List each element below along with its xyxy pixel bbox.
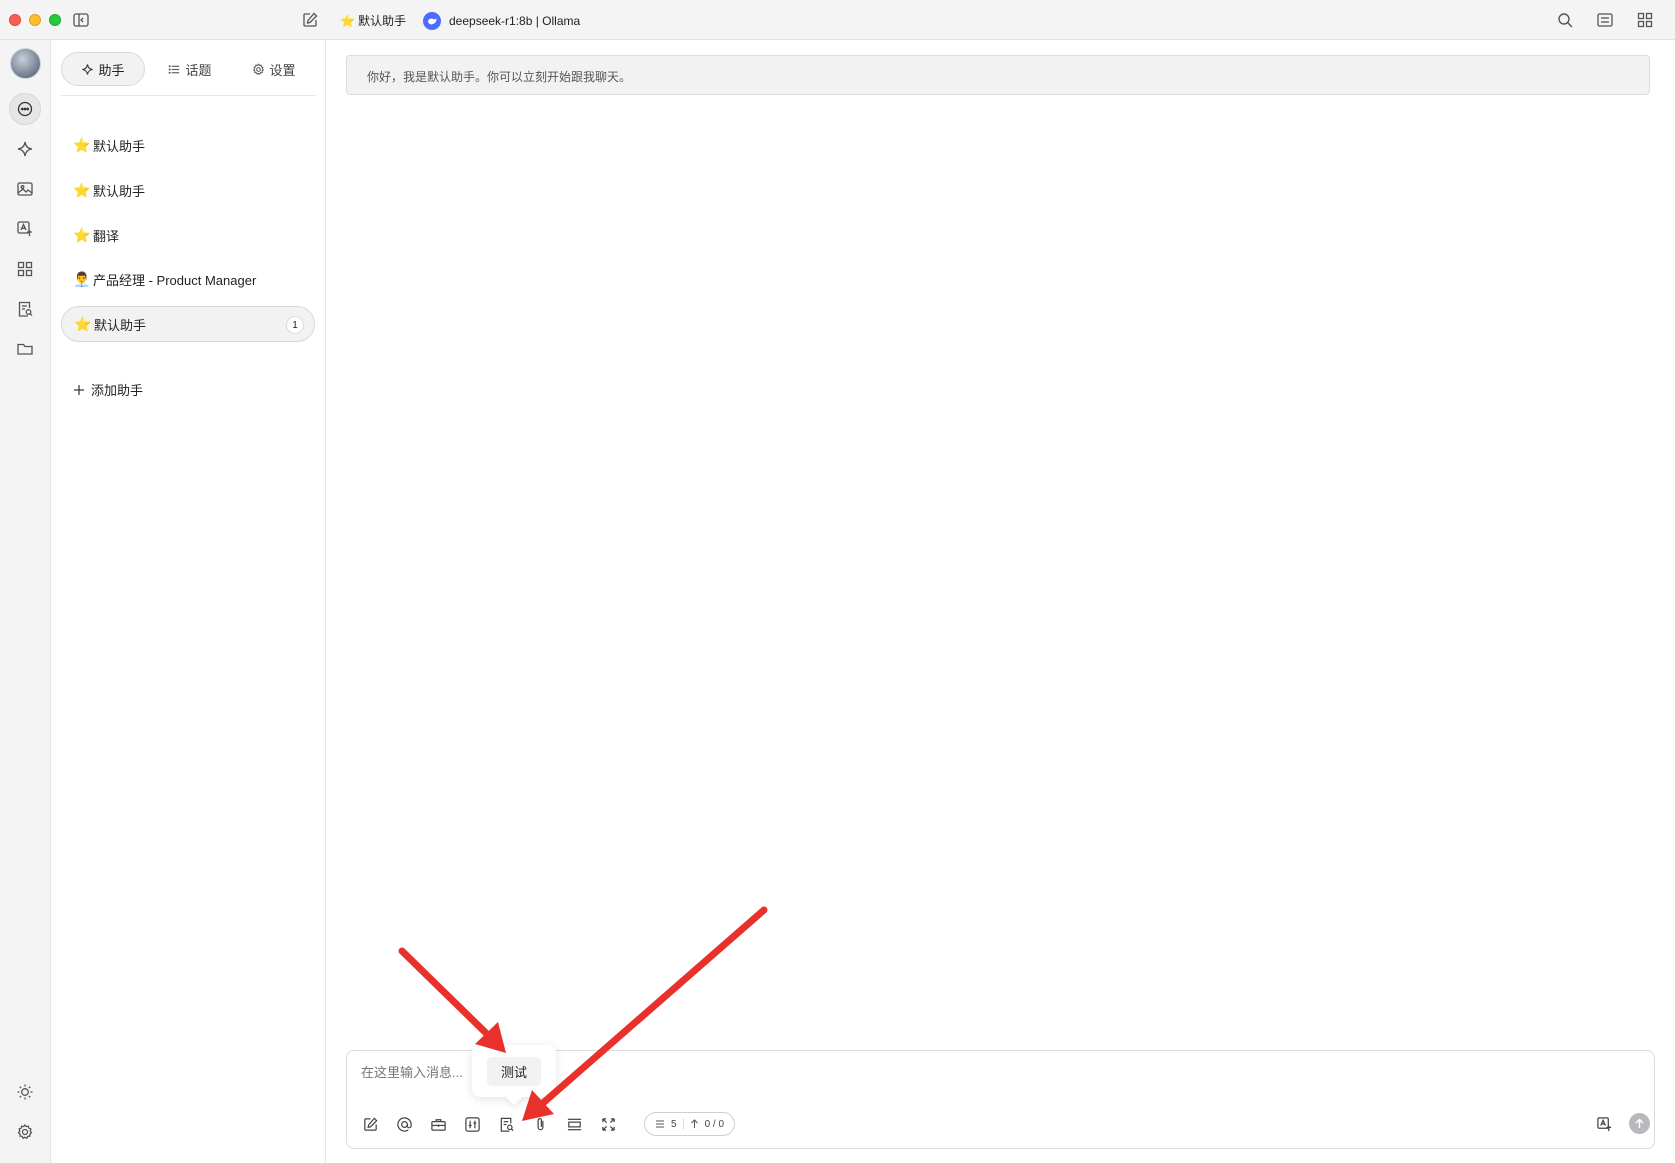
knowledge-base-icon[interactable] xyxy=(9,293,41,325)
apps-grid-icon[interactable] xyxy=(1636,11,1654,29)
send-arrow-icon xyxy=(1635,1118,1644,1128)
add-assistant-button[interactable]: 添加助手 xyxy=(73,380,143,399)
image-icon[interactable] xyxy=(9,173,41,205)
model-name: deepseek-r1:8b | Ollama xyxy=(449,14,581,28)
tab-settings-label: 设置 xyxy=(269,62,296,78)
new-topic-icon[interactable] xyxy=(359,1113,381,1135)
chat-area: 你好，我是默认助手。你可以立刻开始跟我聊天。 5 xyxy=(326,40,1675,1163)
tab-assistants-label: 助手 xyxy=(98,62,125,78)
assistant-item-label: 默认助手 xyxy=(94,317,147,333)
new-chat-icon[interactable] xyxy=(301,11,319,29)
sidebar-tabs: 助手 话题 设置 xyxy=(61,50,316,96)
sidebar-toggle-icon[interactable] xyxy=(72,11,90,29)
toolbox-icon[interactable] xyxy=(427,1113,449,1135)
expand-fullscreen-icon[interactable] xyxy=(597,1113,619,1135)
star-icon: ⭐️ xyxy=(74,315,92,332)
agents-sparkle-icon[interactable] xyxy=(9,133,41,165)
attachment-paperclip-icon[interactable] xyxy=(529,1113,551,1135)
parameters-sliders-icon[interactable] xyxy=(461,1113,483,1135)
assistant-item-label: 产品经理 - Product Manager xyxy=(93,272,257,288)
send-button[interactable] xyxy=(1629,1113,1650,1134)
greeting-message: 你好，我是默认助手。你可以立刻开始跟我聊天。 xyxy=(346,55,1650,95)
translate-icon[interactable] xyxy=(9,213,41,245)
knowledge-base-icon[interactable] xyxy=(495,1113,517,1135)
deepseek-whale-icon xyxy=(423,12,441,30)
product-manager-icon: 👨‍💼 xyxy=(73,270,91,287)
tab-settings[interactable]: 设置 xyxy=(232,52,316,86)
layout-toggle-icon[interactable] xyxy=(1596,11,1614,29)
star-icon: ⭐️ xyxy=(73,136,91,153)
context-count: 5 xyxy=(671,1118,677,1130)
assistant-sidebar: 助手 话题 设置 ⭐️ 默认助手 ⭐️ 默认助手 ⭐️ 翻译 👨‍💼 产品经理 … xyxy=(51,40,326,1163)
translate-icon[interactable] xyxy=(1593,1113,1615,1135)
settings-gear-icon[interactable] xyxy=(9,1116,41,1148)
gear-icon xyxy=(253,62,265,75)
star-icon: ⭐️ xyxy=(73,226,91,243)
theme-sun-icon[interactable] xyxy=(9,1076,41,1108)
token-count: 0 / 0 xyxy=(704,1118,725,1130)
user-avatar[interactable] xyxy=(10,48,41,79)
clear-context-icon[interactable] xyxy=(563,1113,585,1135)
mention-at-icon[interactable] xyxy=(393,1113,415,1135)
model-selector[interactable]: deepseek-r1:8b | Ollama xyxy=(423,12,580,30)
assistant-item[interactable]: ⭐️ 默认助手 xyxy=(61,172,315,208)
tab-assistants[interactable]: 助手 xyxy=(61,52,145,86)
close-window-button[interactable] xyxy=(9,14,21,26)
list-icon xyxy=(169,64,180,74)
apps-icon[interactable] xyxy=(9,253,41,285)
context-list-icon xyxy=(656,1120,664,1128)
chat-icon[interactable] xyxy=(9,93,41,125)
sparkle-icon xyxy=(82,63,94,75)
minimize-window-button[interactable] xyxy=(29,14,41,26)
assistant-item-label: 默认助手 xyxy=(93,183,146,199)
tooltip-label: 测试 xyxy=(486,1056,541,1086)
tab-topics-label: 话题 xyxy=(185,62,212,78)
tab-topics[interactable]: 话题 xyxy=(148,52,232,86)
assistant-item-active[interactable]: ⭐️ 默认助手 1 xyxy=(61,306,315,342)
token-counter[interactable]: 5 0 / 0 xyxy=(644,1112,736,1136)
assistant-item[interactable]: ⭐️ 默认助手 xyxy=(61,127,315,163)
assistant-star-icon: ⭐️ xyxy=(340,13,355,28)
assistant-item-label: 默认助手 xyxy=(93,138,146,154)
assistant-item[interactable]: 👨‍💼 产品经理 - Product Manager xyxy=(61,261,315,297)
topic-count-badge: 1 xyxy=(286,316,304,334)
current-assistant-title[interactable]: ⭐️ 默认助手 xyxy=(340,12,406,29)
assistant-item-label: 翻译 xyxy=(93,228,120,244)
assistant-item[interactable]: ⭐️ 翻译 xyxy=(61,217,315,253)
title-bar: ⭐️ 默认助手 deepseek-r1:8b | Ollama xyxy=(0,0,1675,40)
arrow-up-icon xyxy=(690,1119,698,1128)
knowledge-base-tooltip: 测试 xyxy=(472,1045,556,1097)
navigation-rail xyxy=(0,40,51,1163)
folder-icon[interactable] xyxy=(9,333,41,365)
maximize-window-button[interactable] xyxy=(49,14,61,26)
star-icon: ⭐️ xyxy=(73,181,91,198)
add-assistant-label: 添加助手 xyxy=(91,383,144,398)
plus-icon xyxy=(74,384,84,395)
search-icon[interactable] xyxy=(1556,11,1574,29)
assistant-name: 默认助手 xyxy=(357,14,406,28)
